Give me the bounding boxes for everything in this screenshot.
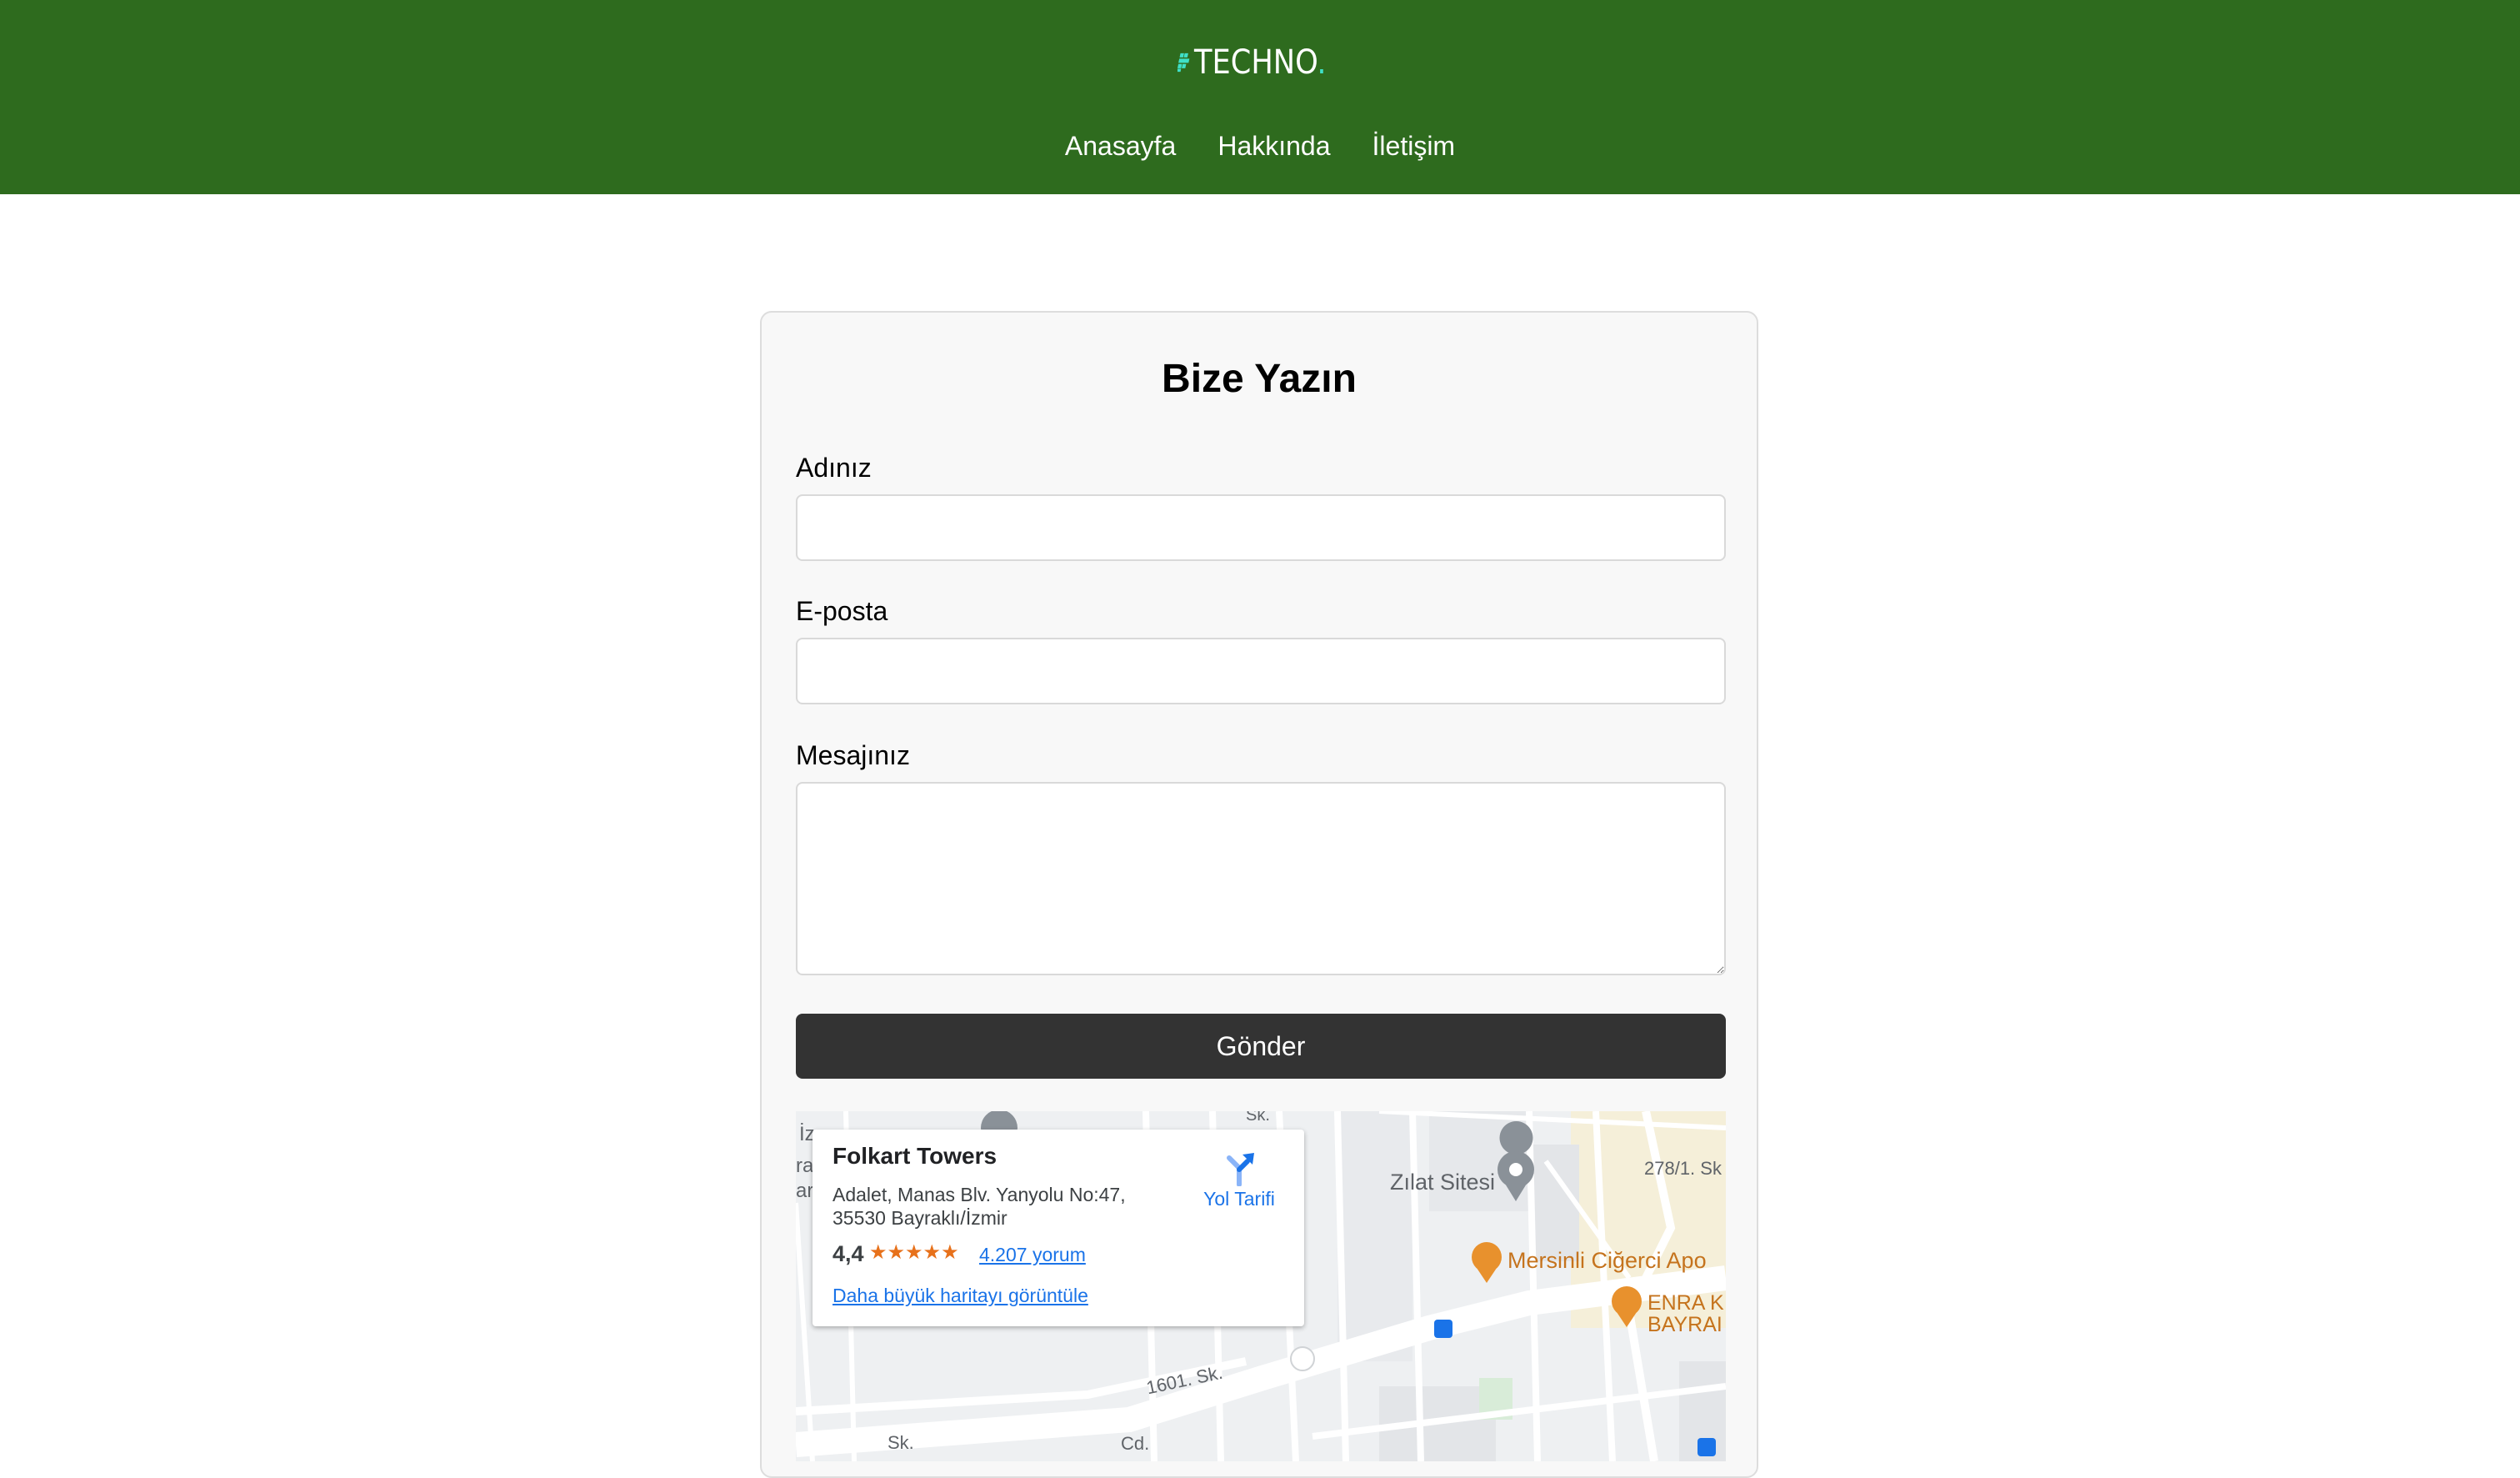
map-label-cd: Cd. xyxy=(1121,1433,1150,1454)
embedded-map[interactable]: Zılat Sitesi Mersinli Ciğerci Apo ENRA K… xyxy=(796,1111,1726,1461)
reviews-link[interactable]: 4.207 yorum xyxy=(979,1244,1086,1266)
name-label: Adınız xyxy=(796,453,872,483)
map-label-bayra: BAYRAI xyxy=(1648,1313,1722,1336)
place-rating: 4,4 xyxy=(832,1241,864,1266)
message-textarea[interactable] xyxy=(796,782,1726,975)
directions-icon xyxy=(1227,1153,1254,1186)
place-info-card: Folkart Towers Adalet, Manas Blv. Yanyol… xyxy=(812,1130,1304,1326)
contact-card: Bize Yazın Adınız E-posta Mesajınız Gönd… xyxy=(760,311,1758,1478)
directions-label: Yol Tarifi xyxy=(1203,1188,1275,1210)
map-label-ra: ra xyxy=(796,1155,814,1177)
message-label: Mesajınız xyxy=(796,740,910,770)
logo-text: TECHNO. xyxy=(1193,43,1327,82)
site-header: TECHNO. Anasayfa Hakkında İletişim xyxy=(0,0,2520,194)
map-label-top-sk: Sk. xyxy=(1246,1111,1270,1125)
email-input[interactable] xyxy=(796,638,1726,704)
map-label-278: 278/1. Sk xyxy=(1644,1158,1722,1179)
nav-iletisim[interactable]: İletişim xyxy=(1372,125,1456,167)
map-label-zilat: Zılat Sitesi xyxy=(1390,1170,1496,1195)
place-address: Adalet, Manas Blv. Yanyolu No:47, 35530 … xyxy=(832,1184,1126,1229)
nav-hakkinda[interactable]: Hakkında xyxy=(1218,125,1330,167)
directions-button[interactable]: Yol Tarifi xyxy=(1189,1150,1289,1210)
main-nav: Anasayfa Hakkında İletişim xyxy=(0,125,2520,167)
map-label-sk: Sk. xyxy=(888,1432,914,1453)
submit-button[interactable]: Gönder xyxy=(796,1014,1726,1079)
rating-stars-icon: ★★★★★ xyxy=(869,1241,959,1264)
nav-anasayfa[interactable]: Anasayfa xyxy=(1065,125,1176,167)
logo[interactable]: TECHNO. xyxy=(1178,35,1344,90)
map-label-mersinli: Mersinli Ciğerci Apo xyxy=(1508,1248,1707,1273)
logo-icon xyxy=(1178,53,1190,73)
email-label: E-posta xyxy=(796,596,888,626)
place-name: Folkart Towers xyxy=(832,1143,998,1169)
map-label-enra: ENRA K xyxy=(1648,1291,1724,1315)
bigger-map-link[interactable]: Daha büyük haritayı görüntüle xyxy=(832,1285,1088,1307)
name-input[interactable] xyxy=(796,494,1726,561)
map-label-ar: ar xyxy=(796,1180,814,1202)
form-title: Bize Yazın xyxy=(1162,357,1357,401)
